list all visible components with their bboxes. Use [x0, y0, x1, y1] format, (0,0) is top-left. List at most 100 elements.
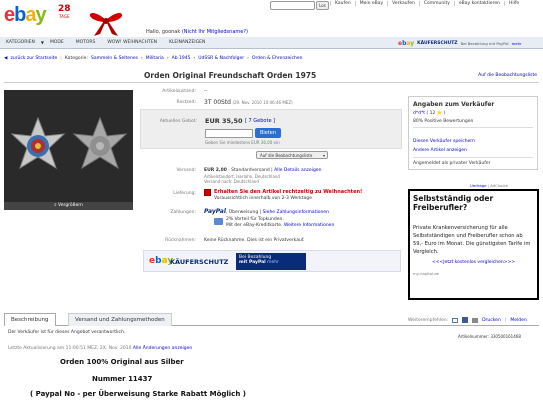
bid-value: EUR 35,50 — [205, 117, 243, 125]
enlarge-bar[interactable]: ⌕ Vergrößern — [4, 202, 133, 210]
tab-shipping-payment[interactable]: Versand und Zahlungsmethoden — [68, 313, 172, 326]
menu-mode[interactable]: MODE — [44, 40, 70, 45]
shipping-label: Versand: — [176, 168, 196, 173]
ad-body: Private Krankenversicherung für alle Sel… — [413, 225, 531, 255]
kauferschutz-note: Bei Bezahlung mit PayPal — [460, 40, 509, 46]
watch-dropdown[interactable]: Auf die Beobachtungsliste ▾ — [256, 151, 328, 159]
desc-line2: Nummer 11437 — [92, 375, 153, 383]
card-note: 2% Vorteil für Topkunden. — [226, 217, 284, 222]
nav-hilfe[interactable]: Hilfe — [503, 1, 523, 6]
ad-source: my-capital.de — [413, 271, 439, 276]
desc-line1: Orden 100% Original aus Silber — [60, 358, 184, 366]
watchlist-top-link[interactable]: Auf die Beobachtungsliste — [478, 73, 537, 78]
nav-kontakt[interactable]: eBay kontaktieren — [453, 1, 504, 6]
paypal-logo: PayPal — [204, 208, 226, 215]
ad-top-row: Umfrage | AdChoice — [470, 183, 508, 188]
bids-count-link[interactable]: [ 7 Gebote ] — [245, 118, 275, 124]
min-bid-note: Geben Sie mindestens EUR 36,00 ein — [205, 140, 280, 145]
kauferschutz-banner[interactable]: ebay KÄUFERSCHUTZ Bei Bezahlung mit PayP… — [143, 250, 401, 272]
gift-icon — [204, 189, 211, 196]
returns-value: Keine Rücknahme. Dies ist ein Privatverk… — [204, 238, 305, 243]
item-number: Artikelnummer: 330500161468 — [458, 334, 521, 339]
breadcrumb-item[interactable]: Sammeln & Seltenes — [91, 56, 138, 61]
nav-community[interactable]: Community — [418, 1, 454, 6]
seller-positive: 80% Positive Bewertungen — [413, 119, 474, 124]
breadcrumb-label: Kategorie: — [64, 56, 88, 61]
payment-label: Zahlungen: — [170, 210, 196, 215]
shipping-info: EUR 2,00 · Standardversand | Alle Detail… — [204, 168, 322, 173]
not-you-link[interactable]: (Nicht Ihr Mitgliedsname?) — [182, 29, 248, 35]
ad-link[interactable]: <<<Jetzt kostenlos vergleichen>>> — [413, 260, 534, 265]
kauferschutz-label: KÄUFERSCHUTZ — [417, 40, 458, 46]
card-note2: Mit der eBay-Kreditkarte. Weitere Inform… — [226, 223, 335, 228]
ad-survey-link[interactable]: Umfrage — [470, 183, 486, 188]
chevron-down-icon: ▾ — [322, 153, 325, 158]
card-info-link[interactable]: Weitere Informationen — [284, 223, 334, 228]
changes-link[interactable]: Alle Änderungen anzeigen — [133, 346, 192, 351]
delivery-label: Lieferung: — [173, 191, 196, 196]
menu-kleinanzeigen[interactable]: KLEINANZEIGEN — [163, 40, 211, 45]
breadcrumb-item[interactable]: Militaria — [146, 56, 164, 61]
breadcrumb-item[interactable]: Orden & Ehrenzeichen — [252, 56, 303, 61]
greeting: Hallo, goonak (Nicht Ihr Mitgliedsname?) — [146, 29, 248, 35]
back-link[interactable]: zurück zur Startseite — [10, 56, 57, 61]
seller-name-row: d*d*t ( 12 ⭐ ) — [413, 111, 446, 116]
tab-description[interactable]: Beschreibung — [4, 313, 56, 326]
ad-headline: Selbstständig oder Freiberufler? — [413, 194, 494, 212]
title-bar: Orden Original Freundschaft Orden 1975 A… — [4, 69, 539, 83]
payment-methods: PayPal, Überweisung | Siehe Zahlungsinfo… — [204, 208, 329, 215]
seller-score: ( 12 ⭐ ) — [426, 111, 446, 116]
top-nav: Kaufen Mein eBay Verkaufen Community eBa… — [330, 1, 523, 6]
nav-kaufen[interactable]: Kaufen — [330, 1, 355, 6]
logo-y: y — [35, 4, 46, 26]
menu-weihnachten[interactable]: WOW! WEIHNACHTEN — [101, 40, 163, 45]
payment-info-link[interactable]: Siehe Zahlungsinformationen — [263, 210, 329, 215]
days-label: TAGE — [59, 14, 70, 19]
banner-paypal-box: Bei Bezahlung mit PayPal mehr — [236, 253, 306, 270]
back-arrow-icon: ◀ — [4, 56, 8, 61]
other-items-link[interactable]: Andere Artikel anzeigen — [413, 148, 467, 153]
banner-kauferschutz: KÄUFERSCHUTZ — [170, 258, 229, 266]
report-link[interactable]: Melden — [510, 318, 526, 323]
item-image[interactable]: ⌕ Vergrößern — [4, 90, 133, 210]
updated-row: Letzte Aktualisierung am 11:00:51 MEZ, 2… — [8, 346, 193, 351]
days-number: 28 — [58, 4, 71, 14]
ad-box[interactable]: Selbstständig oder Freiberufler? Private… — [408, 189, 539, 300]
seller-name[interactable]: d*d*t — [413, 111, 425, 116]
days-counter: 28 TAGE — [58, 4, 71, 19]
search-input[interactable] — [270, 1, 315, 10]
facebook-icon[interactable] — [462, 317, 469, 323]
bid-label: Aktuelles Gebot: — [159, 119, 197, 124]
kauferschutz-header[interactable]: ebay KÄUFERSCHUTZ Bei Bezahlung mit PayP… — [398, 38, 538, 48]
share-label: Weiterempfehlen: — [408, 317, 449, 323]
breadcrumb: ◀ zurück zur Startseite | Kategorie: Sam… — [4, 56, 303, 61]
email-icon[interactable] — [452, 317, 459, 323]
enlarge-label: Vergrößern — [58, 203, 83, 208]
menu-motors[interactable]: MOTORS — [70, 40, 102, 45]
remaining-label: Restzeit: — [176, 100, 196, 105]
seller-private: Angemeldet als privater Verkäufer — [413, 161, 491, 166]
ad-choice-label[interactable]: AdChoice — [490, 183, 508, 188]
menu-kategorien[interactable]: KATEGORIEN — [0, 40, 41, 45]
share-row: Weiterempfehlen: Drucken | Melden — [408, 317, 527, 323]
breadcrumb-item[interactable]: Ab 1945 — [172, 56, 191, 61]
search-button[interactable]: Los — [316, 1, 329, 10]
save-seller-link[interactable]: Diesen Verkäufer speichern — [413, 139, 475, 144]
nav-verkaufen[interactable]: Verkaufen — [387, 1, 419, 6]
logo-b: b — [14, 4, 26, 26]
credit-card-icon — [214, 218, 223, 225]
breadcrumb-item[interactable]: UdSSR & Nachfolger — [198, 56, 244, 61]
shipping-details-link[interactable]: Alle Details anzeigen — [274, 168, 321, 173]
print-link[interactable]: Drucken — [482, 318, 501, 323]
ebay-logo[interactable]: ebay — [4, 4, 47, 27]
seller-box: Angaben zum Verkäufer d*d*t ( 12 ⭐ ) 80%… — [408, 96, 538, 170]
print-icon — [472, 317, 479, 323]
delivery-time: Voraussichtlich innerhalb von 2-3 Werkta… — [214, 196, 312, 201]
condition-value: -- — [204, 89, 208, 94]
seller-title: Angaben zum Verkäufer — [413, 101, 495, 108]
nav-mein-ebay[interactable]: Mein eBay — [354, 1, 387, 6]
kauferschutz-more[interactable]: mehr — [512, 41, 522, 46]
ships-to: Versand nach: Deutschland — [204, 179, 259, 184]
bid-input[interactable] — [205, 129, 253, 138]
bid-button[interactable]: Bieten — [255, 128, 281, 138]
